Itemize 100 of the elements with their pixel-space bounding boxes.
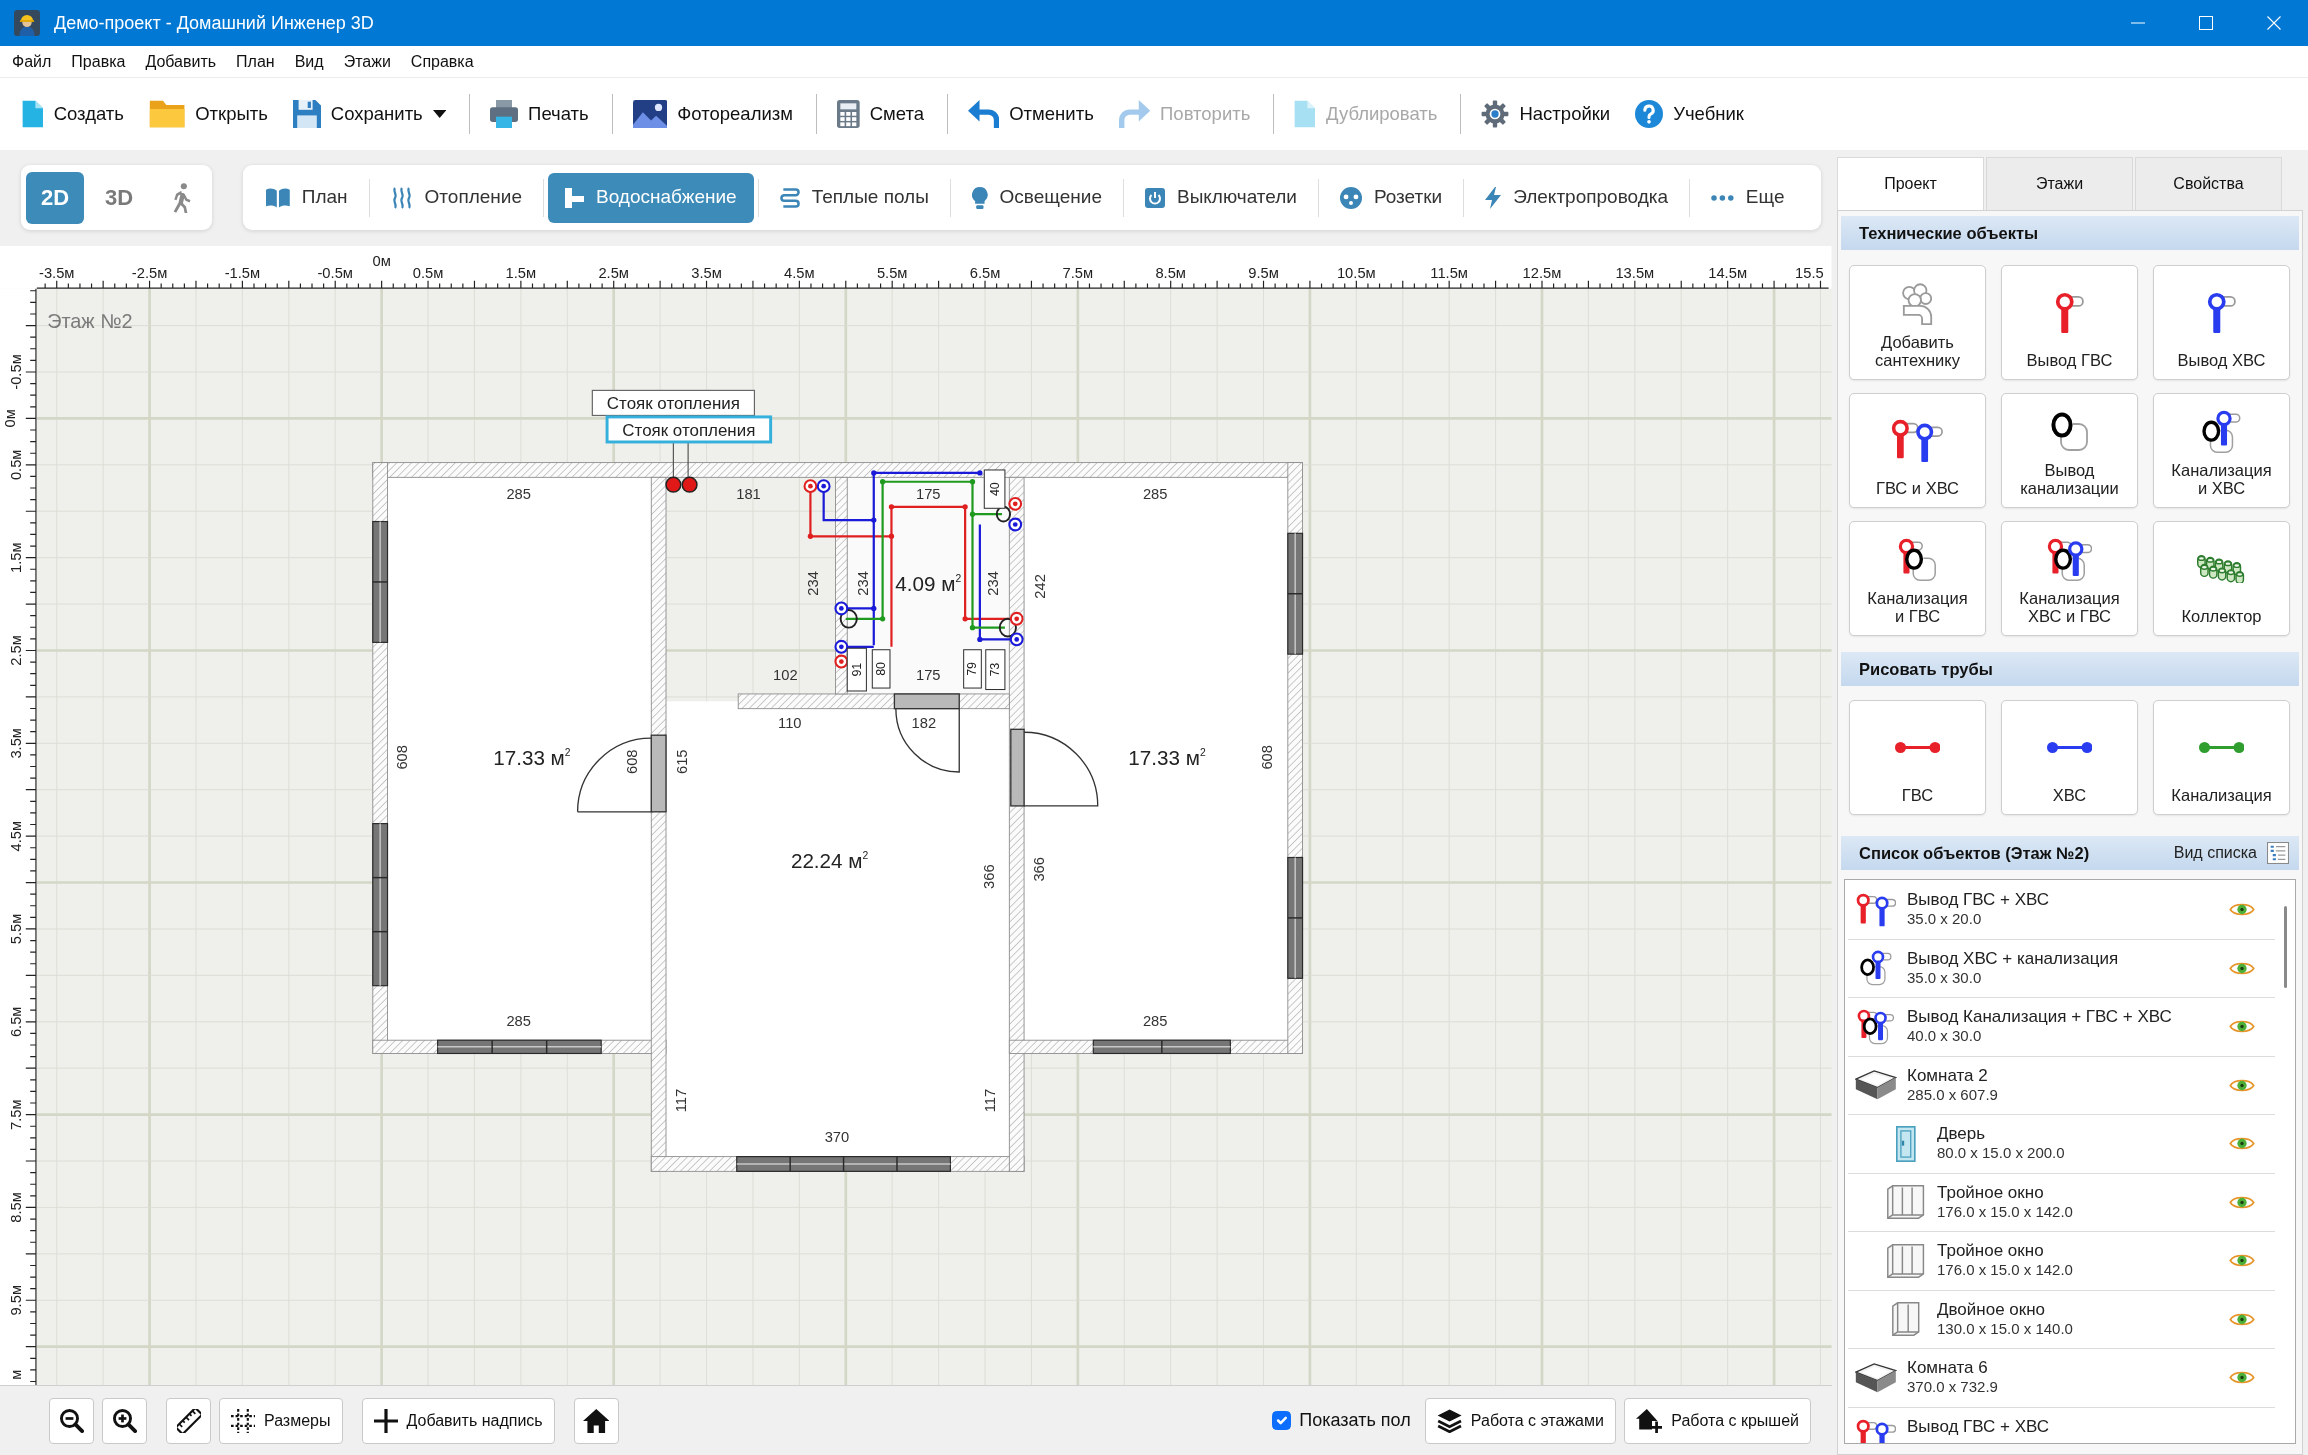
- dimension-label: 181: [736, 485, 761, 502]
- add-label-button[interactable]: Добавить надпись: [361, 1397, 555, 1444]
- dimensions-button[interactable]: Размеры: [219, 1397, 343, 1444]
- size-tag: 79: [963, 649, 982, 689]
- layer-tab[interactable]: План: [249, 172, 365, 223]
- menu-item[interactable]: Этажи: [333, 47, 401, 76]
- panel-tab[interactable]: Этажи: [1986, 157, 2133, 210]
- ruler-label: 3.5м: [8, 728, 25, 759]
- eye-icon[interactable]: [2229, 1254, 2255, 1268]
- dimension-label: 110: [778, 715, 802, 732]
- ruler-label: 13.5м: [1615, 264, 1655, 281]
- eye-icon[interactable]: [2229, 1137, 2255, 1151]
- eye-icon[interactable]: [2229, 1312, 2255, 1326]
- floors-button[interactable]: Работа с этажами: [1424, 1397, 1616, 1444]
- tutorial-button[interactable]: Учебник: [1629, 94, 1750, 134]
- menu-item[interactable]: Правка: [61, 47, 136, 76]
- object-name[interactable]: Комната 6: [1907, 1358, 2229, 1379]
- object-name[interactable]: Вывод Канализация + ГВС + ХВС: [1907, 1007, 2229, 1028]
- save-button[interactable]: Сохранить: [286, 94, 453, 134]
- menu-item[interactable]: Вид: [284, 47, 334, 76]
- ruler-button[interactable]: [166, 1397, 211, 1444]
- pipe-tool-button[interactable]: ХВС: [2001, 700, 2138, 815]
- tech-object-button[interactable]: Добавить сантехнику: [1849, 265, 1986, 380]
- dimension-label: 175: [916, 485, 941, 502]
- dimension-label: 366: [1030, 857, 1047, 882]
- gear-icon: [1481, 100, 1510, 128]
- menu-item[interactable]: Справка: [400, 47, 484, 76]
- ruler-label: 2.5м: [598, 264, 629, 281]
- zoom-out-button[interactable]: [49, 1397, 94, 1444]
- layer-tab[interactable]: Электропроводка: [1468, 172, 1686, 223]
- undo-arrow-icon: [967, 100, 1000, 128]
- layer-tab[interactable]: Водоснабжение: [548, 172, 754, 223]
- tech-object-button[interactable]: Коллектор: [2153, 521, 2290, 636]
- pipe-fitting-icon: [565, 187, 585, 208]
- scrollbar-thumb[interactable]: [2284, 906, 2287, 988]
- home-button[interactable]: [573, 1397, 619, 1444]
- zoom-in-button[interactable]: [102, 1397, 147, 1444]
- object-name[interactable]: Комната 2: [1907, 1065, 2229, 1086]
- object-size: 80.0 x 15.0 x 200.0: [1937, 1144, 2066, 1163]
- tech-object-button[interactable]: ГВС и ХВС: [1849, 393, 1986, 508]
- tech-object-button[interactable]: Канализация и ХВС: [2153, 393, 2290, 508]
- object-size: 130.0 x 15.0 x 140.0: [1937, 1319, 2074, 1338]
- settings-button[interactable]: Настройки: [1475, 94, 1617, 134]
- ruler-label: 4.5м: [8, 820, 25, 852]
- house-plus-icon: [1635, 1408, 1663, 1433]
- dimension-label: 102: [773, 666, 798, 683]
- pipe-tool-button[interactable]: ГВС: [1849, 700, 1986, 815]
- view-mode-tab[interactable]: 2D: [26, 171, 84, 224]
- layer-tab[interactable]: Еще: [1694, 172, 1802, 223]
- menu-item[interactable]: План: [226, 47, 285, 76]
- eye-icon[interactable]: [2229, 961, 2255, 975]
- layer-tab[interactable]: Отопление: [373, 172, 540, 223]
- faucet-outline-icon: [1902, 282, 1933, 325]
- drain-and-taps-icon: [1857, 1008, 1895, 1045]
- tech-object-button[interactable]: Канализация и ГВС: [1849, 521, 1986, 636]
- panel-tab[interactable]: Проект: [1837, 157, 1984, 210]
- undo-button[interactable]: Отменить: [961, 94, 1100, 134]
- tech-object-button[interactable]: Канализация ХВС и ГВС: [2001, 521, 2138, 636]
- eye-icon[interactable]: [2229, 1371, 2255, 1385]
- ruler-label: 6.5м: [8, 1006, 25, 1038]
- object-name[interactable]: Тройное окно: [1937, 1182, 2229, 1203]
- view-mode-tab[interactable]: 3D: [90, 171, 148, 224]
- eye-icon[interactable]: [2229, 1195, 2255, 1209]
- show-floor-checkbox[interactable]: [1272, 1411, 1292, 1430]
- ruler-label: 5.5м: [8, 913, 25, 945]
- object-name[interactable]: Вывод ГВС + ХВС: [1907, 1416, 2275, 1437]
- estimate-button[interactable]: Смета: [831, 94, 930, 134]
- checkbox-label[interactable]: Показать пол: [1299, 1407, 1411, 1434]
- list-view-button[interactable]: Вид списка: [2173, 841, 2289, 865]
- tap-icon: [2206, 291, 2237, 334]
- object-name[interactable]: Дверь: [1937, 1124, 2229, 1145]
- dimension-label: 285: [506, 485, 531, 502]
- object-name[interactable]: Тройное окно: [1937, 1241, 2229, 1262]
- book-icon: [266, 187, 290, 208]
- tech-object-button[interactable]: Вывод ХВС: [2153, 265, 2290, 380]
- zoom-in-icon: [112, 1408, 137, 1433]
- object-name[interactable]: Двойное окно: [1937, 1299, 2229, 1320]
- object-name[interactable]: Вывод ХВС + канализация: [1907, 948, 2229, 969]
- print-button[interactable]: Печать: [484, 94, 595, 134]
- tech-object-button[interactable]: Вывод канализации: [2001, 393, 2138, 508]
- ruler-label: 7.5м: [8, 1099, 25, 1130]
- object-name[interactable]: Вывод ГВС + ХВС: [1907, 890, 2229, 911]
- layer-tab[interactable]: Теплые полы: [762, 172, 946, 223]
- panel-tab[interactable]: Свойства: [2135, 157, 2282, 210]
- photorealism-button[interactable]: Фотореализм: [626, 94, 799, 134]
- room-area-label: 22.24 м$^{2}$: [790, 850, 869, 871]
- eye-icon[interactable]: [2229, 903, 2255, 917]
- object-size: 176.0 x 15.0 x 142.0: [1937, 1261, 2074, 1280]
- tech-object-button[interactable]: Вывод ГВС: [2001, 265, 2138, 380]
- create-button[interactable]: Создать: [16, 94, 130, 134]
- eye-icon[interactable]: [2229, 1078, 2255, 1092]
- roof-button[interactable]: Работа с крышей: [1623, 1397, 1811, 1444]
- pipe-tool-button[interactable]: Канализация: [2153, 700, 2290, 815]
- open-button[interactable]: Открыть: [142, 94, 274, 134]
- eye-icon[interactable]: [2229, 1020, 2255, 1034]
- layer-tab[interactable]: Выключатели: [1127, 172, 1314, 223]
- menu-item[interactable]: Добавить: [135, 47, 227, 76]
- menu-item[interactable]: Файл: [2, 47, 62, 76]
- layer-tab[interactable]: Розетки: [1322, 172, 1460, 223]
- layer-tab[interactable]: Освещение: [954, 172, 1119, 223]
